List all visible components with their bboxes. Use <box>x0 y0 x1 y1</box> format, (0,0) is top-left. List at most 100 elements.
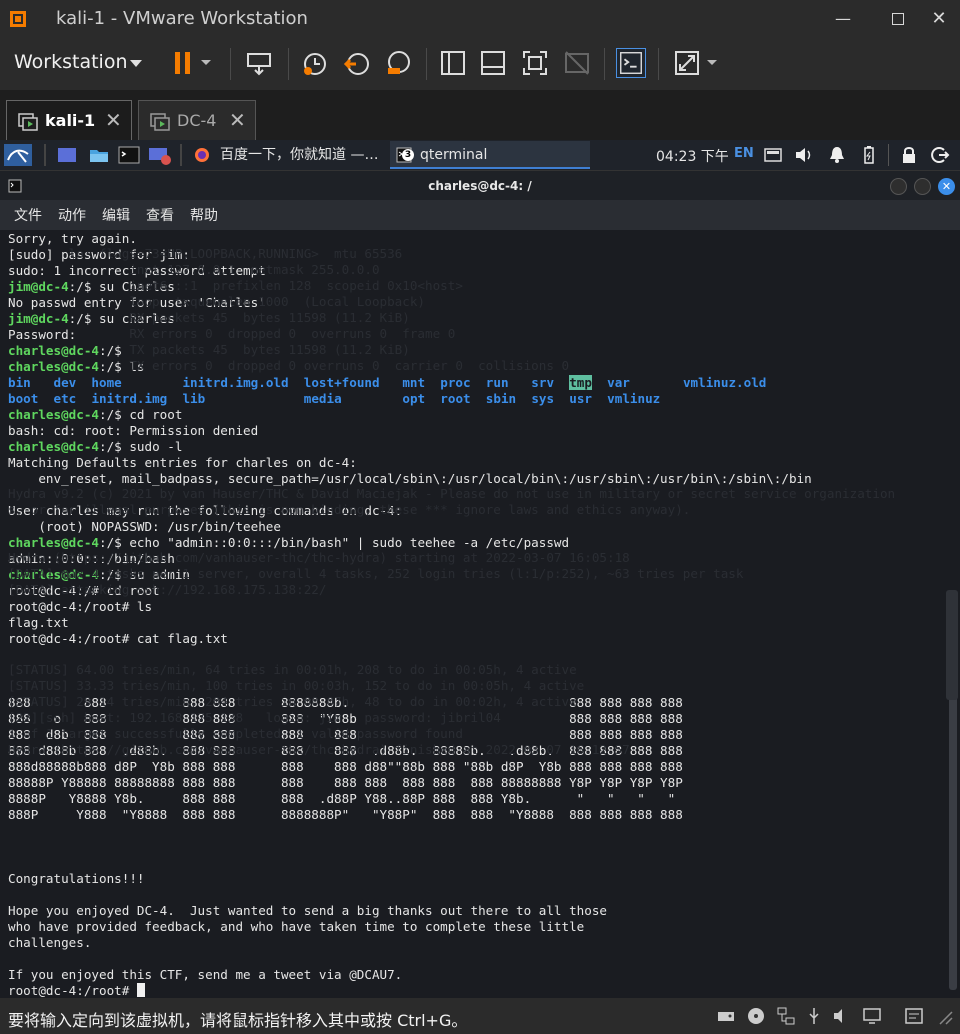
terminal-output[interactable]: Sorry, try again. [sudo] password for ji… <box>0 230 946 998</box>
panel-separator <box>44 144 46 166</box>
fullscreen-icon[interactable] <box>520 48 550 78</box>
terminal-launcher-icon[interactable] <box>118 144 140 166</box>
vm-running-icon <box>150 113 170 131</box>
message-log-icon[interactable] <box>904 1006 924 1026</box>
vm-running-icon <box>18 113 38 131</box>
revert-snapshot-icon[interactable] <box>342 48 372 78</box>
volume-icon[interactable] <box>794 144 814 166</box>
tab-label: DC-4 <box>177 111 217 130</box>
ls-entry: bin <box>8 375 31 390</box>
file-manager-icon[interactable] <box>88 144 110 166</box>
network-adapter-icon[interactable] <box>776 1006 796 1026</box>
command-text: :/$ echo "admin::0:0:::/bin/bash" | sudo… <box>99 535 570 550</box>
stretch-view-icon[interactable] <box>672 48 702 78</box>
battery-icon[interactable] <box>860 144 878 166</box>
screen-recorder-icon[interactable] <box>148 144 172 166</box>
send-ctrl-alt-del-icon[interactable] <box>244 48 274 78</box>
input-language-indicator[interactable]: EN <box>734 146 754 161</box>
task-firefox[interactable]: 百度一下，你就知道 —… <box>188 141 388 169</box>
lock-screen-icon[interactable] <box>900 144 918 166</box>
output-line: challenges. <box>8 935 92 950</box>
hard-disk-icon[interactable] <box>716 1006 736 1026</box>
logout-icon[interactable] <box>930 144 950 166</box>
show-library-icon[interactable] <box>438 48 468 78</box>
output-line: bash: cd: root: Permission denied <box>8 423 259 438</box>
snapshot-icon[interactable] <box>300 48 330 78</box>
prompt-user: charles@dc-4 <box>8 407 99 422</box>
command-text: :/$ su Charles <box>68 279 175 294</box>
prompt-user: jim@dc-4 <box>8 311 69 326</box>
display-icon[interactable] <box>862 1006 882 1026</box>
task-label: qterminal <box>420 147 488 163</box>
close-tab-icon[interactable]: ✕ <box>105 108 122 132</box>
pause-icon[interactable] <box>168 48 198 78</box>
stretch-dropdown-icon[interactable] <box>704 48 720 78</box>
status-hint: 要将输入定向到该虚拟机，请将鼠标指针移入其中或按 Ctrl+G。 <box>8 1011 468 1030</box>
kali-menu-icon[interactable] <box>4 144 32 166</box>
ascii-art-line: 888 d8b 888 888 888 888 888 888 888 888 … <box>8 727 683 742</box>
console-view-icon[interactable] <box>616 48 646 78</box>
terminal-title-bar: charles@dc-4: / ✕ <box>0 170 960 200</box>
prompt-line: jim@dc-4:/$ su Charles <box>8 279 938 295</box>
ls-entry: root <box>440 391 471 406</box>
workspace-icon[interactable] <box>764 144 782 166</box>
unity-icon <box>565 51 589 75</box>
vmware-status-bar: 要将输入定向到该虚拟机，请将鼠标指针移入其中或按 Ctrl+G。 <box>0 998 960 1034</box>
output-line: (root) NOPASSWD: /usr/bin/teehee <box>8 519 281 534</box>
terminal-scrollbar[interactable] <box>946 230 960 998</box>
close-icon[interactable]: ✕ <box>938 178 955 195</box>
output-line: root@dc-4:/root# cat flag.txt <box>8 631 228 646</box>
toolbar-separator <box>658 48 659 80</box>
thumbnail-bar-icon[interactable] <box>478 48 508 78</box>
tab-kali-1[interactable]: kali-1 ✕ <box>6 100 132 140</box>
text-cursor <box>136 983 145 997</box>
menu-actions[interactable]: 动作 <box>58 205 86 225</box>
menu-help[interactable]: 帮助 <box>190 205 218 225</box>
minimize-icon[interactable] <box>890 178 907 195</box>
ls-entry: etc <box>53 391 77 406</box>
snapshot-manager-icon[interactable] <box>384 48 414 78</box>
ls-entry: home <box>91 375 122 390</box>
ls-entry: dev <box>53 375 77 390</box>
sound-card-icon[interactable] <box>832 1006 852 1026</box>
ascii-art-line: 88888P Y88888 88888888 888 888 888 888 8… <box>8 775 683 790</box>
ls-entry: sys <box>531 391 555 406</box>
resize-grip-icon[interactable] <box>934 1006 954 1026</box>
output-line: Matching Defaults entries for charles on… <box>8 455 357 470</box>
usb-icon[interactable] <box>804 1006 824 1026</box>
notifications-icon[interactable] <box>828 144 846 166</box>
power-dropdown-icon[interactable] <box>198 48 214 78</box>
close-icon[interactable]: ✕ <box>928 8 950 30</box>
scrollbar-grip[interactable] <box>946 590 958 700</box>
workstation-caret-icon[interactable] <box>130 60 142 67</box>
task-label: 百度一下，你就知道 —… <box>220 147 379 163</box>
menu-edit[interactable]: 编辑 <box>102 205 130 225</box>
output-line: sudo: 1 incorrect password attempt <box>8 263 266 278</box>
task-qterminal[interactable]: 3 qterminal <box>390 141 590 169</box>
show-desktop-icon[interactable] <box>56 144 78 166</box>
cd-dvd-icon[interactable] <box>746 1006 766 1026</box>
close-tab-icon[interactable]: ✕ <box>229 108 246 132</box>
toolbar-separator <box>604 48 605 80</box>
tab-dc-4[interactable]: DC-4 ✕ <box>138 100 256 140</box>
prompt-user: charles@dc-4 <box>8 439 99 454</box>
ls-entry: lost+found <box>303 375 380 390</box>
prompt-line: jim@dc-4:/$ su charles <box>8 311 938 327</box>
ls-entry: usr <box>569 391 592 406</box>
menu-view[interactable]: 查看 <box>146 205 174 225</box>
panel-clock[interactable]: 04:23 下午 <box>656 146 729 166</box>
firefox-icon <box>195 148 209 162</box>
workstation-menu[interactable]: Workstation <box>14 51 128 73</box>
menu-file[interactable]: 文件 <box>14 205 42 225</box>
toolbar-separator <box>426 48 427 80</box>
ls-entry: srv <box>531 375 555 390</box>
ls-entry: initrd.img <box>91 391 168 406</box>
maximize-icon[interactable] <box>892 13 904 25</box>
minimize-icon[interactable]: — <box>832 8 854 30</box>
maximize-icon[interactable] <box>914 178 931 195</box>
ls-entry: mnt <box>402 375 426 390</box>
